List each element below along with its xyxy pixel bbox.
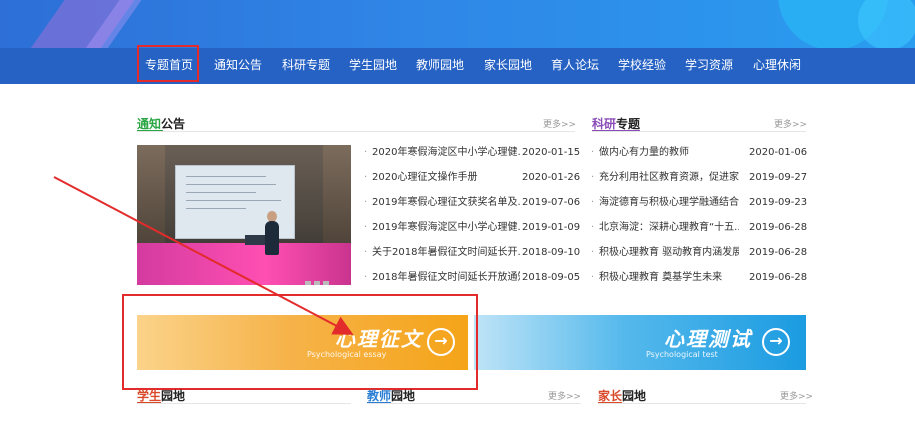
list-item[interactable]: · 2019年寒假海淀区中小学心理健... 2019-01-09 — [364, 221, 582, 235]
list-item-title[interactable]: 关于2018年暑假征文时间延长开... — [372, 246, 520, 260]
test-title: 心理测试 — [664, 327, 752, 351]
list-item-title[interactable]: 做内心有力量的教师 — [599, 146, 739, 160]
divider — [598, 403, 806, 404]
list-item-title[interactable]: 2019年寒假心理征文获奖名单及... — [372, 196, 520, 210]
list-item-date: 2020-01-26 — [522, 172, 581, 183]
list-item[interactable]: · 2020年寒假海淀区中小学心理健... 2020-01-15 — [364, 146, 582, 160]
bullet-icon: · — [591, 147, 595, 158]
research-title-rest: 专题 — [616, 117, 641, 131]
news-carousel-image[interactable] — [137, 145, 351, 285]
nav-item-parents[interactable]: 家长园地 — [481, 48, 535, 84]
list-item-date: 2019-06-28 — [749, 247, 808, 258]
list-item-title[interactable]: 充分利用社区教育资源，促进家... — [599, 171, 739, 185]
list-item-title[interactable]: 2020年寒假海淀区中小学心理健... — [372, 146, 520, 160]
teachers-title-rest: 园地 — [391, 389, 416, 403]
carousel-indicators[interactable] — [305, 272, 332, 285]
notices-title-rest: 公告 — [161, 117, 186, 131]
nav-item-research[interactable]: 科研专题 — [279, 48, 333, 84]
list-item-date: 2019-06-28 — [749, 222, 808, 233]
students-title-rest: 园地 — [161, 389, 186, 403]
bullet-icon: · — [364, 147, 368, 158]
bullet-icon: · — [591, 172, 595, 183]
list-item-date: 2019-01-09 — [522, 222, 581, 233]
nav-item-school-experience[interactable]: 学校经验 — [615, 48, 669, 84]
students-title-highlight: 学生 — [137, 389, 162, 403]
research-title-highlight: 科研 — [592, 117, 617, 131]
list-item[interactable]: · 关于2018年暑假征文时间延长开... 2018-09-10 — [364, 246, 582, 260]
bullet-icon: · — [591, 247, 595, 258]
nav-item-learning-resources[interactable]: 学习资源 — [682, 48, 736, 84]
list-item-title[interactable]: 积极心理教育 驱动教育内涵发展 — [599, 246, 739, 260]
divider — [592, 131, 806, 132]
list-item[interactable]: · 积极心理教育 奠基学生未来 2019-06-28 — [591, 271, 809, 285]
list-item-title[interactable]: 积极心理教育 奠基学生未来 — [599, 271, 739, 285]
nav-item-notices[interactable]: 通知公告 — [211, 48, 265, 86]
list-item-title[interactable]: 2019年寒假海淀区中小学心理健... — [372, 221, 520, 235]
bullet-icon: · — [364, 247, 368, 258]
highlight-box — [122, 294, 478, 390]
header-banner — [0, 0, 915, 48]
parents-title-highlight: 家长 — [598, 389, 623, 403]
list-item[interactable]: · 充分利用社区教育资源，促进家... 2019-09-27 — [591, 171, 809, 185]
list-item-title[interactable]: 2018年暑假征文时间延长开放通知 — [372, 271, 520, 285]
test-subtitle: Psychological test — [646, 350, 718, 359]
list-item[interactable]: · 北京海淀：深耕心理教育“十五... 2019-06-28 — [591, 221, 809, 235]
research-more-link[interactable]: 更多>> — [774, 117, 807, 130]
list-item-date: 2020-01-15 — [522, 147, 581, 158]
bullet-icon: · — [364, 272, 368, 283]
nav-item-leisure[interactable]: 心理休闲 — [750, 48, 804, 84]
list-item[interactable]: · 2019年寒假心理征文获奖名单及... 2019-07-06 — [364, 196, 582, 210]
teachers-title-highlight: 教师 — [367, 389, 392, 403]
list-item-date: 2020-01-06 — [749, 147, 808, 158]
list-item-date: 2018-09-10 — [522, 247, 581, 258]
nav-item-teachers[interactable]: 教师园地 — [413, 48, 467, 84]
list-item-date: 2019-06-28 — [749, 272, 808, 283]
bullet-icon: · — [591, 222, 595, 233]
list-item-title[interactable]: 海淀德育与积极心理学融通结合 — [599, 196, 739, 210]
photo-detail — [265, 221, 279, 255]
parents-title-rest: 园地 — [622, 389, 647, 403]
list-item[interactable]: · 做内心有力量的教师 2020-01-06 — [591, 146, 809, 160]
list-item[interactable]: · 积极心理教育 驱动教育内涵发展 2019-06-28 — [591, 246, 809, 260]
bullet-icon: · — [591, 197, 595, 208]
divider — [137, 131, 575, 132]
banner-decoration — [858, 0, 915, 48]
nav-item-students[interactable]: 学生园地 — [346, 48, 400, 84]
list-item-date: 2019-09-27 — [749, 172, 808, 183]
arrow-right-icon: → — [762, 328, 790, 356]
divider — [137, 403, 351, 404]
list-item-title[interactable]: 2020心理征文操作手册 — [372, 171, 520, 185]
notices-title-highlight: 通知 — [137, 117, 162, 131]
bullet-icon: · — [591, 272, 595, 283]
parents-more-link[interactable]: 更多>> — [780, 389, 813, 402]
highlight-box — [137, 45, 199, 82]
list-item-date: 2018-09-05 — [522, 272, 581, 283]
bullet-icon: · — [364, 222, 368, 233]
list-item[interactable]: · 海淀德育与积极心理学融通结合 2019-09-23 — [591, 196, 809, 210]
divider — [367, 403, 581, 404]
list-item[interactable]: · 2018年暑假征文时间延长开放通知 2018-09-05 — [364, 271, 582, 285]
list-item-date: 2019-07-06 — [522, 197, 581, 208]
list-item[interactable]: · 2020心理征文操作手册 2020-01-26 — [364, 171, 582, 185]
nav-item-forum[interactable]: 育人论坛 — [548, 48, 602, 84]
notices-more-link[interactable]: 更多>> — [543, 117, 576, 130]
list-item-date: 2019-09-23 — [749, 197, 808, 208]
psychological-test-banner[interactable]: 心理测试 Psychological test → — [474, 315, 806, 370]
teachers-more-link[interactable]: 更多>> — [548, 389, 581, 402]
list-item-title[interactable]: 北京海淀：深耕心理教育“十五... — [599, 221, 739, 235]
bullet-icon: · — [364, 172, 368, 183]
bullet-icon: · — [364, 197, 368, 208]
